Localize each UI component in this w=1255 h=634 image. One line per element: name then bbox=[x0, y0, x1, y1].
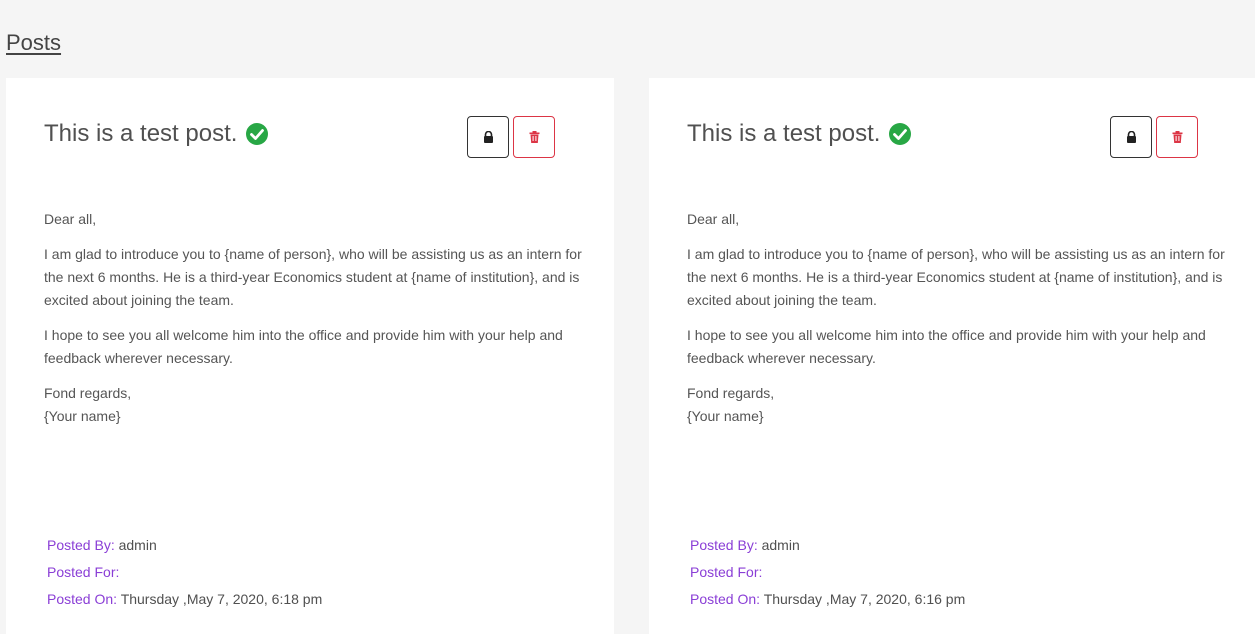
post-paragraph: I am glad to introduce you to {name of p… bbox=[44, 246, 582, 308]
post-body: Dear all, I am glad to introduce you to … bbox=[44, 208, 584, 440]
post-card: This is a test post. Dear all, I am glad… bbox=[649, 78, 1255, 634]
posted-by-label: Posted By: bbox=[47, 537, 115, 553]
posted-for-row: Posted For: bbox=[690, 559, 965, 586]
post-title-text: This is a test post. bbox=[687, 120, 881, 147]
delete-post-button[interactable] bbox=[513, 116, 555, 158]
lock-post-button[interactable] bbox=[467, 116, 509, 158]
posted-on-row: Posted On: Thursday ,May 7, 2020, 6:16 p… bbox=[690, 586, 965, 613]
posted-for-label: Posted For: bbox=[47, 564, 120, 580]
posted-on-label: Posted On: bbox=[690, 591, 761, 607]
check-circle-icon bbox=[889, 123, 912, 145]
post-paragraph: I am glad to introduce you to {name of p… bbox=[687, 246, 1225, 308]
posted-by-value: admin bbox=[761, 537, 800, 553]
post-signature: {Your name} bbox=[687, 408, 764, 424]
post-greeting: Dear all, bbox=[687, 211, 740, 227]
post-closing-line: Fond regards, bbox=[44, 385, 132, 401]
post-title: This is a test post. bbox=[44, 120, 269, 148]
posted-by-row: Posted By: admin bbox=[690, 532, 965, 559]
lock-icon bbox=[1126, 131, 1136, 143]
posted-on-value: Thursday ,May 7, 2020, 6:18 pm bbox=[120, 591, 323, 607]
posted-by-label: Posted By: bbox=[690, 537, 758, 553]
delete-post-button[interactable] bbox=[1156, 116, 1198, 158]
trash-icon bbox=[529, 131, 539, 143]
posted-for-row: Posted For: bbox=[47, 559, 322, 586]
posted-on-label: Posted On: bbox=[47, 591, 118, 607]
check-circle-icon bbox=[246, 123, 269, 145]
post-title: This is a test post. bbox=[687, 120, 912, 148]
post-paragraph: I hope to see you all welcome him into t… bbox=[687, 327, 1206, 366]
lock-icon bbox=[483, 131, 493, 143]
post-title-text: This is a test post. bbox=[44, 120, 238, 147]
posts-breadcrumb-link[interactable]: Posts bbox=[6, 30, 61, 56]
post-meta: Posted By: admin Posted For: Posted On: … bbox=[47, 532, 322, 613]
post-closing: Fond regards, {Your name} bbox=[687, 382, 1227, 428]
page: Posts This is a test post. Dear all, I a… bbox=[0, 0, 1255, 634]
post-closing: Fond regards, {Your name} bbox=[44, 382, 584, 428]
post-card: This is a test post. Dear all, I am glad… bbox=[6, 78, 614, 634]
post-paragraph: I hope to see you all welcome him into t… bbox=[44, 327, 563, 366]
trash-icon bbox=[1172, 131, 1182, 143]
posted-on-value: Thursday ,May 7, 2020, 6:16 pm bbox=[763, 591, 966, 607]
post-signature: {Your name} bbox=[44, 408, 121, 424]
posted-by-value: admin bbox=[118, 537, 157, 553]
posted-for-label: Posted For: bbox=[690, 564, 763, 580]
posted-by-row: Posted By: admin bbox=[47, 532, 322, 559]
post-closing-line: Fond regards, bbox=[687, 385, 775, 401]
posted-on-row: Posted On: Thursday ,May 7, 2020, 6:18 p… bbox=[47, 586, 322, 613]
post-body: Dear all, I am glad to introduce you to … bbox=[687, 208, 1227, 440]
post-meta: Posted By: admin Posted For: Posted On: … bbox=[690, 532, 965, 613]
post-greeting: Dear all, bbox=[44, 211, 97, 227]
lock-post-button[interactable] bbox=[1110, 116, 1152, 158]
